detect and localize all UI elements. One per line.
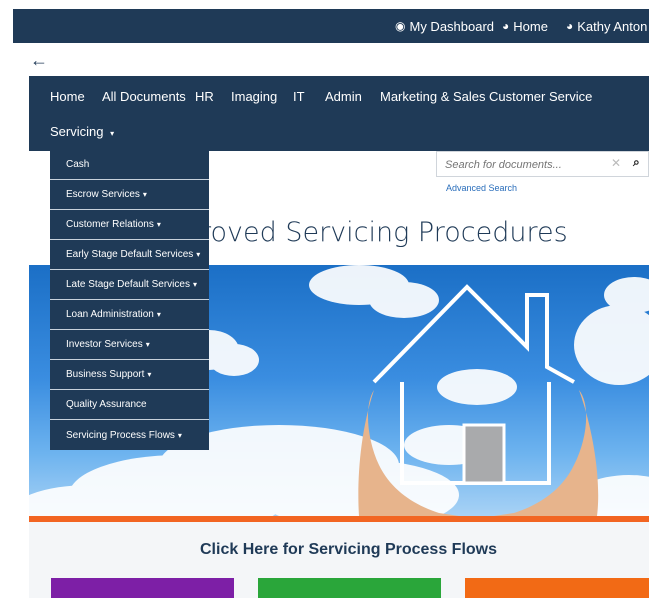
page-title: roved Servicing Procedures: [200, 217, 568, 248]
globe-icon: ◕: [502, 19, 510, 33]
servicing-dropdown-menu: Cash Escrow Services ▾ Customer Relations…: [50, 150, 209, 450]
nav-item-imaging[interactable]: Imaging: [231, 89, 277, 104]
clear-icon[interactable]: ✕: [611, 156, 621, 170]
tile-purple[interactable]: [51, 578, 234, 598]
chevron-down-icon: ▾: [156, 220, 161, 229]
globe-icon: ◕: [566, 19, 574, 33]
menu-item-label: Investor Services: [66, 339, 143, 350]
chevron-down-icon: ▾: [196, 250, 201, 259]
user-menu[interactable]: ◕ Kathy Anton ▾: [566, 9, 649, 43]
menu-item-label: Escrow Services: [66, 189, 140, 200]
menu-item-label: Late Stage Default Services: [66, 279, 190, 290]
user-name: Kathy Anton: [577, 18, 648, 34]
menu-item-investor-services[interactable]: Investor Services ▾: [50, 330, 209, 360]
chevron-down-icon: ▾: [110, 129, 115, 138]
menu-item-label: Loan Administration: [66, 309, 154, 320]
chevron-down-icon: ▾: [156, 310, 161, 319]
search-input[interactable]: [445, 156, 605, 173]
menu-item-cash[interactable]: Cash: [50, 150, 209, 180]
home-label: Home: [513, 18, 548, 34]
menu-item-label: Early Stage Default Services: [66, 249, 194, 260]
menu-item-label: Servicing Process Flows: [66, 429, 175, 441]
nav-item-it[interactable]: IT: [293, 89, 305, 104]
top-bar: ◉ My Dashboard ◕ Home ◕ Kathy Anton ▾: [13, 9, 649, 43]
nav-item-all-documents[interactable]: All Documents: [102, 89, 186, 104]
nav-item-admin[interactable]: Admin: [325, 89, 362, 104]
search-box: ✕ ⌕: [436, 151, 649, 177]
servicing-flows-link[interactable]: Click Here for Servicing Process Flows: [200, 541, 497, 559]
accent-strip: [29, 516, 649, 522]
menu-item-quality-assurance[interactable]: Quality Assurance: [50, 390, 209, 420]
menu-item-early-stage-default[interactable]: Early Stage Default Services ▾: [50, 240, 209, 270]
back-arrow-icon[interactable]: ←: [30, 50, 48, 71]
menu-item-business-support[interactable]: Business Support ▾: [50, 360, 209, 390]
tile-orange[interactable]: [465, 578, 649, 598]
advanced-search-link[interactable]: Advanced Search: [446, 183, 517, 193]
menu-item-customer-relations[interactable]: Customer Relations ▾: [50, 210, 209, 240]
chevron-down-icon: ▾: [147, 370, 152, 379]
search-icon[interactable]: ⌕: [633, 155, 640, 170]
menu-item-label: Customer Relations: [66, 219, 154, 230]
main-nav: Home All Documents HR Imaging IT Admin M…: [29, 76, 649, 151]
menu-item-late-stage-default[interactable]: Late Stage Default Services ▾: [50, 270, 209, 300]
servicing-label: Servicing: [50, 124, 104, 139]
nav-item-home[interactable]: Home: [50, 89, 85, 104]
my-dashboard-label: My Dashboard: [409, 18, 495, 34]
my-dashboard-link[interactable]: ◉ My Dashboard: [395, 9, 494, 43]
chevron-down-icon: ▾: [145, 340, 150, 349]
menu-item-loan-administration[interactable]: Loan Administration ▾: [50, 300, 209, 330]
nav-item-marketing-sales[interactable]: Marketing & Sales: [380, 89, 486, 104]
menu-item-label: Quality Assurance: [66, 399, 147, 410]
menu-item-servicing-process-flows[interactable]: Servicing Process Flows ▾: [50, 420, 209, 450]
chevron-down-icon: ▾: [192, 280, 197, 289]
nav-item-servicing[interactable]: Servicing ▾: [50, 124, 114, 139]
menu-item-label: Business Support: [66, 369, 145, 380]
chevron-down-icon: ▾: [177, 430, 182, 440]
menu-item-label: Cash: [66, 159, 90, 170]
dashboard-icon: ◉: [395, 19, 406, 33]
tile-green[interactable]: [258, 578, 441, 598]
nav-item-hr[interactable]: HR: [195, 89, 214, 104]
nav-item-customer-service[interactable]: Customer Service: [489, 89, 592, 104]
menu-item-escrow-services[interactable]: Escrow Services ▾: [50, 180, 209, 210]
chevron-down-icon: ▾: [142, 190, 147, 199]
home-link[interactable]: ◕ Home: [502, 9, 548, 43]
